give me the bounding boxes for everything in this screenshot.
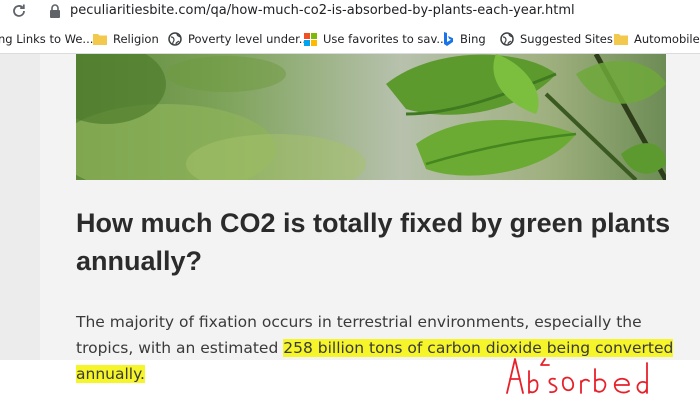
bing-icon <box>444 32 453 46</box>
bookmarks-bar: ng Links to We... Religion Poverty level… <box>0 24 700 54</box>
bookmark-suggested-sites[interactable]: Suggested Sites <box>500 31 613 47</box>
bookmark-label: Suggested Sites <box>520 32 613 46</box>
url-field[interactable]: peculiaritiesbite.com/qa/how-much-co2-is… <box>70 3 575 18</box>
bookmark-religion[interactable]: Religion <box>93 31 159 47</box>
bookmark-label: Use favorites to sav... <box>323 32 448 46</box>
bookmark-bing[interactable]: Bing <box>443 31 486 47</box>
folder-icon <box>93 34 107 45</box>
bookmark-automobile[interactable]: Automobile <box>614 31 700 47</box>
microsoft-icon <box>304 32 317 46</box>
address-bar: peculiaritiesbite.com/qa/how-much-co2-is… <box>0 0 700 24</box>
bookmark-label: ng Links to We... <box>0 32 94 46</box>
left-gutter <box>0 54 40 360</box>
handwritten-annotation-absorbed <box>506 358 648 394</box>
article-heading: How much CO2 is totally fixed by green p… <box>76 208 671 276</box>
bookmark-label: Automobile <box>634 32 700 46</box>
globe-icon <box>500 32 514 46</box>
folder-icon <box>614 34 628 45</box>
bookmark-label: Religion <box>113 32 159 46</box>
globe-icon <box>168 32 182 46</box>
bookmark-label: Poverty level under... <box>188 32 310 46</box>
bookmark-poverty[interactable]: Poverty level under... <box>168 31 310 47</box>
bookmark-label: Bing <box>460 32 486 46</box>
reload-icon[interactable] <box>10 2 28 20</box>
bookmark-use-favorites[interactable]: Use favorites to sav... <box>304 31 447 47</box>
hero-image-leaves <box>76 54 666 180</box>
web-page: How much CO2 is totally fixed by green p… <box>0 54 700 400</box>
bookmark-links[interactable]: ng Links to We... <box>0 31 93 47</box>
lock-icon[interactable] <box>48 3 62 19</box>
